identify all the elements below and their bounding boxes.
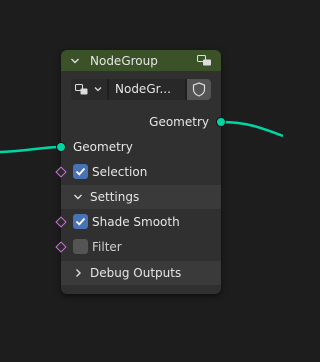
selection-label: Selection (92, 165, 148, 179)
node-group-name-field[interactable]: NodeGr... (109, 79, 185, 100)
checkmark-icon (75, 167, 86, 176)
node-title: NodeGroup (90, 54, 158, 68)
filter-label: Filter (92, 240, 122, 254)
node-group-node[interactable]: NodeGroup NodeGr... Geometry Geometry Se… (61, 50, 221, 294)
node-group-selector[interactable]: NodeGr... (71, 79, 211, 100)
shade-smooth-checkbox[interactable] (73, 214, 88, 229)
input-link-wire (0, 145, 63, 154)
filter-checkbox[interactable] (73, 239, 88, 254)
chevron-right-icon (76, 269, 81, 277)
shade-smooth-row[interactable]: Shade Smooth (61, 210, 221, 234)
node-tree-browse-button[interactable] (71, 79, 107, 100)
debug-outputs-panel-header[interactable]: Debug Outputs (61, 261, 221, 285)
node-header[interactable]: NodeGroup (61, 50, 221, 71)
node-tree-icon[interactable] (197, 53, 212, 68)
filter-row[interactable]: Filter (61, 235, 221, 259)
input-geometry-label: Geometry (73, 140, 133, 154)
chevron-down-icon[interactable] (69, 55, 81, 67)
debug-outputs-panel-label: Debug Outputs (90, 266, 182, 280)
node-group-name: NodeGr... (115, 82, 171, 96)
selection-row[interactable]: Selection (61, 160, 221, 184)
shade-smooth-label: Shade Smooth (92, 215, 180, 229)
shield-icon (192, 82, 206, 97)
chevron-down-icon (94, 87, 102, 92)
fake-user-toggle[interactable] (187, 79, 211, 100)
selection-checkbox[interactable] (73, 164, 88, 179)
settings-panel-header[interactable]: Settings (61, 185, 221, 209)
output-geometry-label: Geometry (149, 115, 209, 129)
node-tree-icon (75, 83, 88, 95)
settings-panel-label: Settings (90, 190, 140, 204)
output-link-wire (220, 120, 283, 138)
checkmark-icon (75, 217, 86, 226)
chevron-down-icon (74, 194, 82, 200)
output-geometry-socket[interactable] (216, 117, 226, 127)
input-geometry-socket[interactable] (56, 142, 66, 152)
